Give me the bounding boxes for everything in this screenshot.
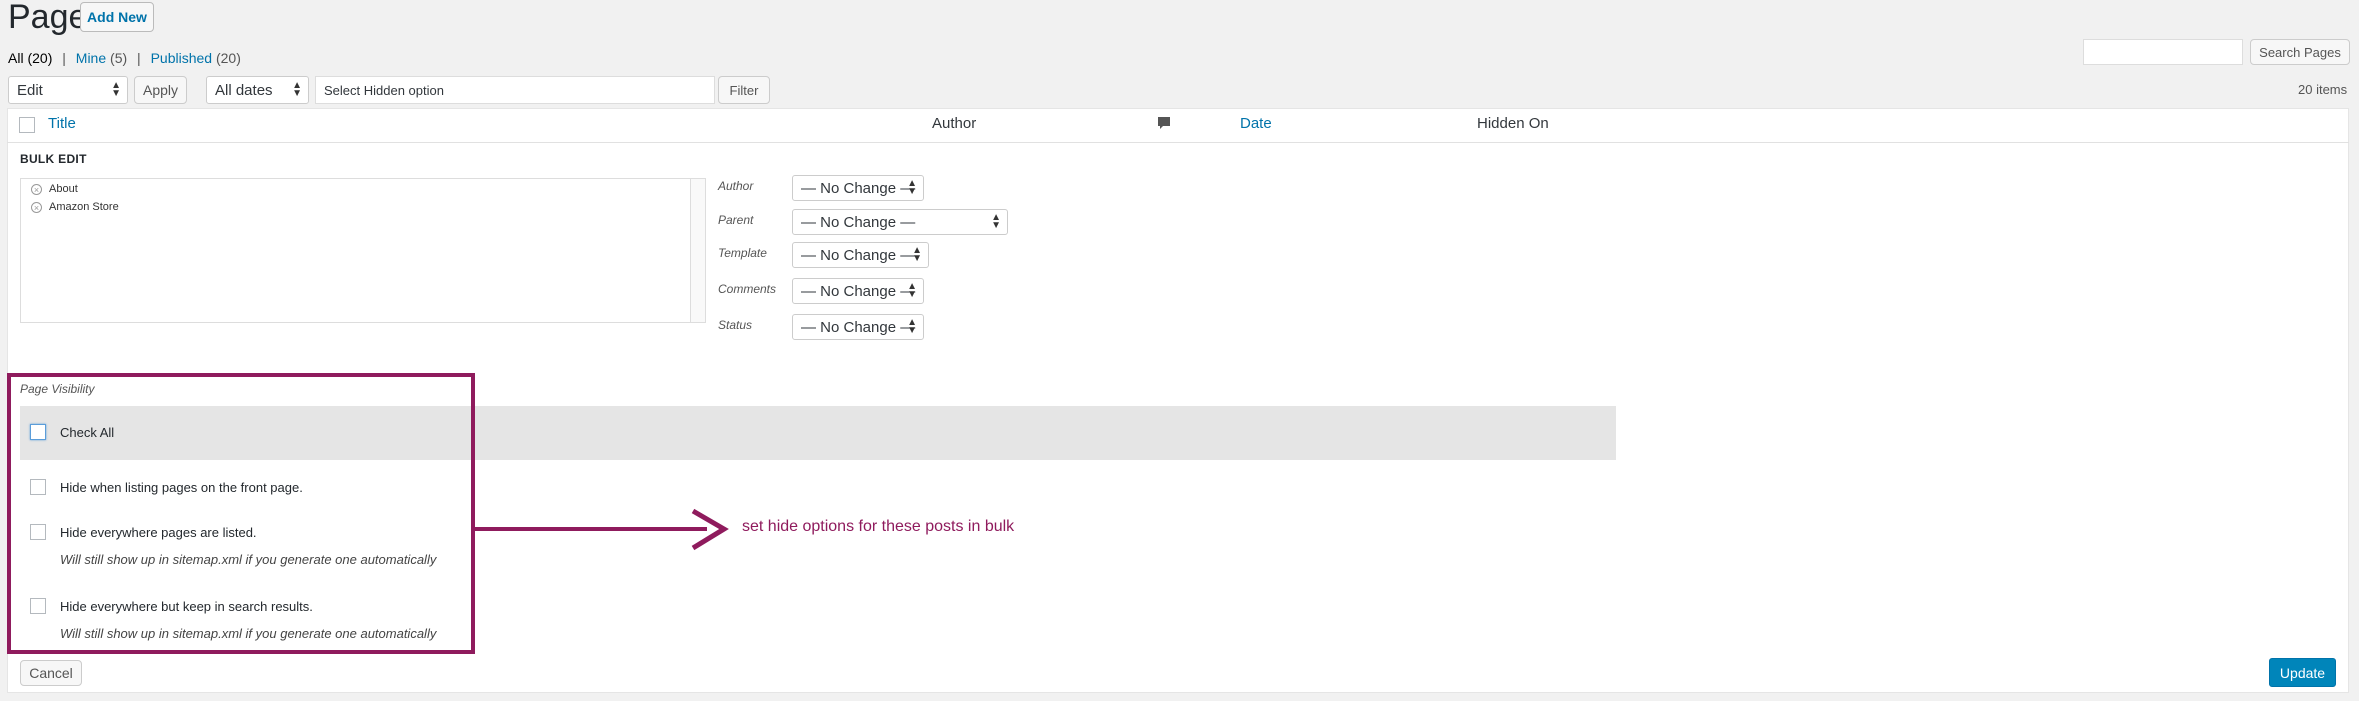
table-header-divider xyxy=(7,142,2349,143)
filter-all[interactable]: All (20) xyxy=(8,50,52,66)
apply-button[interactable]: Apply xyxy=(134,76,187,104)
bulk-action-select[interactable]: Edit ▲ ▼ xyxy=(8,76,128,104)
list-item: × Amazon Store xyxy=(31,201,119,213)
add-new-button[interactable]: Add New xyxy=(80,2,154,32)
list-item: × About xyxy=(31,183,78,195)
items-count: 20 items xyxy=(2298,82,2348,97)
remove-icon[interactable]: × xyxy=(31,183,42,195)
select-arrows-icon: ▲ ▼ xyxy=(912,245,922,264)
filter-mine[interactable]: Mine xyxy=(76,50,106,66)
column-hidden-on: Hidden On xyxy=(1477,115,1549,132)
field-label-author: Author xyxy=(718,179,754,193)
bulk-edit-heading: BULK EDIT xyxy=(20,152,87,166)
remove-icon[interactable]: × xyxy=(31,201,42,213)
select-arrows-icon: ▲ ▼ xyxy=(907,281,917,300)
column-title[interactable]: Title xyxy=(48,115,76,132)
column-author: Author xyxy=(932,115,977,132)
select-arrows-icon: ▲ ▼ xyxy=(292,80,302,99)
select-arrows-icon: ▲ ▼ xyxy=(907,317,917,336)
annotation-text: set hide options for these posts in bulk xyxy=(742,518,1015,535)
dates-select[interactable]: All dates ▲ ▼ xyxy=(206,76,309,104)
update-button[interactable]: Update xyxy=(2269,658,2336,687)
parent-select[interactable]: — No Change — ▲ ▼ xyxy=(792,209,1008,235)
select-arrows-icon: ▲ ▼ xyxy=(111,80,121,99)
filter-links: All (20) | Mine (5) | Published (20) xyxy=(8,50,241,66)
comment-bubble-icon xyxy=(1157,116,1171,136)
column-date[interactable]: Date xyxy=(1240,115,1272,132)
field-label-template: Template xyxy=(718,246,767,260)
comments-select[interactable]: — No Change — ▲ ▼ xyxy=(792,278,924,304)
field-label-comments: Comments xyxy=(718,282,777,296)
status-select[interactable]: — No Change — ▲ ▼ xyxy=(792,314,924,340)
author-select[interactable]: — No Change — ▲ ▼ xyxy=(792,175,924,201)
select-arrows-icon: ▲ ▼ xyxy=(991,212,1001,231)
filter-published[interactable]: Published xyxy=(151,50,213,66)
template-select[interactable]: — No Change — ▲ ▼ xyxy=(792,242,929,268)
bulk-edit-pages-list[interactable]: × About × Amazon Store xyxy=(20,178,706,323)
list-scrollbar[interactable] xyxy=(690,179,705,322)
select-all-checkbox[interactable] xyxy=(19,117,35,133)
filter-button[interactable]: Filter xyxy=(718,76,770,104)
field-label-parent: Parent xyxy=(718,213,754,227)
search-pages-button[interactable]: Search Pages xyxy=(2250,39,2350,65)
search-input[interactable] xyxy=(2083,39,2243,65)
select-arrows-icon: ▲ ▼ xyxy=(907,178,917,197)
hidden-option-select[interactable]: Select Hidden option xyxy=(315,76,715,104)
highlight-box xyxy=(7,373,475,654)
cancel-button[interactable]: Cancel xyxy=(20,660,82,686)
field-label-status: Status xyxy=(718,318,753,332)
arrow-head-icon xyxy=(690,508,730,557)
annotation-arrow xyxy=(475,527,707,531)
